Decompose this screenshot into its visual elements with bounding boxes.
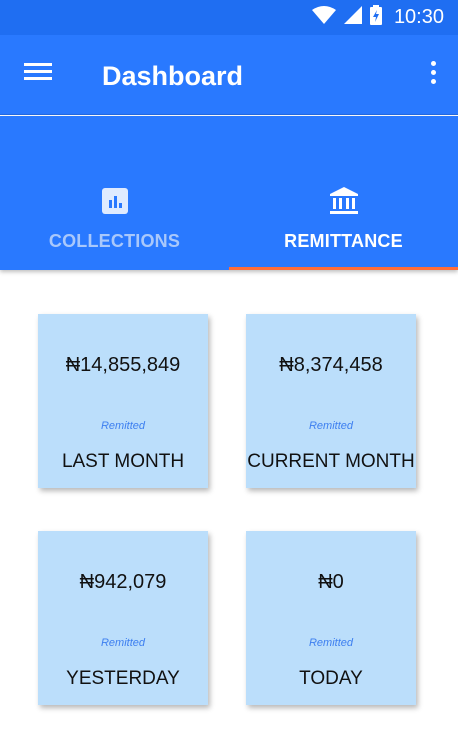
more-vert-icon[interactable] [426,61,440,91]
status-bar: 10:30 [0,0,458,35]
card-period: YESTERDAY [66,668,180,689]
card-amount: ₦8,374,458 [279,354,383,376]
tab-label: COLLECTIONS [48,231,181,251]
signal-icon [343,6,362,29]
status-time: 10:30 [393,6,444,28]
tab-bar: COLLECTIONS REMITTANCE [0,116,458,270]
remittance-card-today[interactable]: ₦0 Remitted TODAY [246,531,416,705]
hamburger-menu-icon[interactable] [20,59,56,91]
bar-chart-icon [100,187,130,215]
wifi-icon [311,6,336,29]
battery-icon [369,5,382,30]
page-title: Dashboard [102,61,244,91]
remittance-card-current-month[interactable]: ₦8,374,458 Remitted CURRENT MONTH [246,314,416,488]
bank-icon [329,187,359,215]
tab-collections[interactable]: COLLECTIONS [0,116,229,270]
card-note: Remitted [308,420,354,432]
card-note: Remitted [100,420,146,432]
card-period: TODAY [299,668,363,689]
card-amount: ₦14,855,849 [65,354,181,376]
remittance-card-last-month[interactable]: ₦14,855,849 Remitted LAST MONTH [38,314,208,488]
card-amount: ₦942,079 [79,571,167,593]
tab-label: REMITTANCE [284,231,403,251]
card-note: Remitted [100,637,146,649]
app-bar: Dashboard [0,35,458,115]
card-note: Remitted [308,637,354,649]
card-amount: ₦0 [318,571,344,593]
card-period: CURRENT MONTH [247,451,415,472]
tab-remittance[interactable]: REMITTANCE [229,116,458,270]
remittance-card-yesterday[interactable]: ₦942,079 Remitted YESTERDAY [38,531,208,705]
card-period: LAST MONTH [61,451,185,472]
